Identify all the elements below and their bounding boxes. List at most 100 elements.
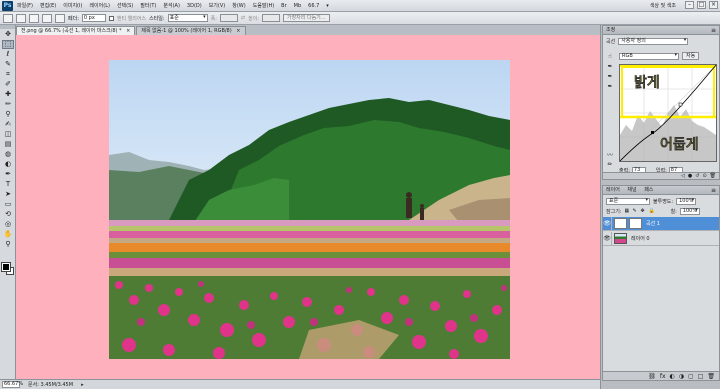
minimize-button[interactable]: – — [685, 1, 694, 9]
eraser-icon[interactable]: ◫ — [2, 130, 14, 139]
minibridge-button[interactable]: Mb — [294, 3, 302, 9]
add-selection-icon[interactable] — [29, 13, 39, 23]
width-input[interactable] — [219, 14, 238, 22]
adjustments-tab[interactable]: 조정 — [606, 27, 615, 33]
adjustments-panel-header[interactable]: 조정 ≡ — [603, 26, 719, 35]
new-layer-icon[interactable]: □ — [698, 373, 704, 380]
paths-tab[interactable]: 패스 — [644, 187, 653, 193]
height-input[interactable] — [261, 14, 280, 22]
intersect-selection-icon[interactable] — [55, 13, 65, 23]
curve-edit-points-icon[interactable]: 〰 — [606, 150, 614, 159]
curves-graph[interactable]: 밝게 어둡게 — [619, 64, 717, 162]
new-group-icon[interactable]: ▢ — [688, 373, 694, 380]
visibility-toggle-icon[interactable]: ⊙ — [702, 173, 706, 179]
visibility-eye-icon[interactable]: 👁 — [603, 216, 612, 231]
curves-preset-select[interactable]: 사용자 정의 — [618, 37, 689, 45]
menu-image[interactable]: 이미지(I) — [63, 2, 82, 9]
shape-icon[interactable]: ▭ — [2, 200, 14, 209]
workspace-switcher[interactable]: 색상 및 색조 — [650, 2, 676, 9]
white-point-eyedropper-icon[interactable]: ✒ — [606, 82, 614, 90]
lock-position-icon[interactable]: ✥ — [641, 208, 646, 214]
3d-rotate-icon[interactable]: ⟲ — [2, 210, 14, 219]
reset-icon[interactable]: ↺ — [695, 173, 699, 179]
fill-input[interactable]: 100% — [679, 207, 700, 215]
canvas-area[interactable] — [16, 35, 600, 379]
gradient-icon[interactable]: ▤ — [2, 140, 14, 149]
tools-panel-grip[interactable] — [0, 25, 15, 29]
layer-style-icon[interactable]: fx — [660, 373, 666, 380]
blur-icon[interactable]: ◍ — [2, 150, 14, 159]
healing-icon[interactable]: ✚ — [2, 90, 14, 99]
crop-icon[interactable]: ⌗ — [2, 70, 14, 79]
eyedropper-icon[interactable]: ✐ — [2, 80, 14, 89]
channel-select[interactable]: RGB — [619, 52, 679, 60]
close-tab-icon[interactable]: × — [236, 28, 240, 34]
clip-to-layer-icon[interactable]: ● — [688, 173, 692, 179]
feather-input[interactable]: 0 px — [81, 14, 106, 22]
menu-3d[interactable]: 3D(D) — [187, 3, 202, 9]
dodge-icon[interactable]: ◐ — [2, 160, 14, 169]
layers-tab[interactable]: 레이어 — [606, 187, 620, 193]
subtract-selection-icon[interactable] — [42, 13, 52, 23]
lock-all-icon[interactable]: 🔒 — [649, 208, 655, 214]
panel-menu-icon[interactable]: ≡ — [711, 26, 716, 35]
history-brush-icon[interactable]: ✍ — [2, 120, 14, 129]
panel-menu-icon[interactable]: ≡ — [711, 186, 716, 195]
pen-icon[interactable]: ✒ — [2, 170, 14, 179]
zoom-level-menu[interactable]: 66.7 — [308, 3, 319, 9]
menu-select[interactable]: 선택(S) — [117, 2, 133, 9]
menu-analysis[interactable]: 분석(A) — [163, 2, 180, 9]
bridge-button[interactable]: Br — [281, 3, 287, 9]
pencil-draw-curve-icon[interactable]: ✏ — [606, 160, 614, 168]
add-mask-icon[interactable]: ◐ — [670, 373, 675, 380]
menu-view[interactable]: 보기(V) — [209, 2, 226, 9]
swap-icon[interactable]: ⇄ — [241, 15, 245, 21]
antialias-checkbox[interactable] — [108, 15, 114, 21]
refine-edge-button[interactable]: 가장자리 다듬기... — [282, 14, 330, 22]
blend-mode-select[interactable]: 표준 — [606, 197, 650, 205]
document-tab-active[interactable]: 전.png @ 66.7% (곡선 1, 레이어 마스크/8) * × — [16, 26, 136, 35]
new-selection-icon[interactable] — [16, 13, 26, 23]
lock-image-icon[interactable]: ✎ — [633, 208, 638, 214]
new-adjustment-icon[interactable]: ◑ — [679, 373, 684, 380]
hand-icon[interactable]: ✋ — [2, 230, 14, 239]
document-tab[interactable]: 제목 없음-1 @ 100% (레이어 1, RGB/8) × — [136, 26, 246, 35]
brush-icon[interactable]: ✏ — [2, 100, 14, 109]
menu-layer[interactable]: 레이어(L) — [89, 2, 110, 9]
quick-select-icon[interactable]: ✎ — [2, 60, 14, 69]
lasso-icon[interactable]: ℓ — [2, 50, 14, 59]
menu-filter[interactable]: 필터(T) — [140, 2, 156, 9]
3d-orbit-icon[interactable]: ◎ — [2, 220, 14, 229]
arrange-dropdown[interactable]: ▾ — [326, 3, 329, 9]
foreground-color-swatch[interactable] — [1, 262, 11, 272]
path-select-icon[interactable]: ➤ — [2, 190, 14, 199]
maximize-button[interactable]: □ — [697, 1, 706, 9]
auto-button[interactable]: 자동 — [682, 52, 700, 60]
marquee-icon[interactable]: ⬚ — [2, 40, 14, 49]
menu-window[interactable]: 창(W) — [232, 2, 245, 9]
status-menu-arrow-icon[interactable]: ▸ — [81, 382, 84, 388]
layer-row-background[interactable]: 👁 레이어 0 — [603, 231, 719, 246]
style-select[interactable]: 표준 — [167, 14, 208, 22]
return-to-list-icon[interactable]: ◁ — [681, 173, 685, 179]
close-tab-icon[interactable]: × — [126, 28, 130, 34]
close-button[interactable]: × — [709, 1, 718, 9]
black-point-eyedropper-icon[interactable]: ✒ — [606, 62, 614, 70]
on-image-adjust-icon[interactable]: ☝ — [606, 52, 614, 60]
zoom-input[interactable]: 66.67% — [2, 381, 23, 388]
delete-layer-icon[interactable]: 🗑 — [707, 373, 715, 380]
menu-edit[interactable]: 편집(E) — [40, 2, 56, 9]
layer-row-curves[interactable]: 👁 곡선 1 — [603, 216, 719, 231]
layer-mask-thumbnail[interactable] — [629, 218, 642, 229]
visibility-eye-icon[interactable]: 👁 — [603, 231, 612, 246]
channels-tab[interactable]: 채널 — [627, 187, 636, 193]
clone-stamp-icon[interactable]: ⚲ — [2, 110, 14, 119]
menu-help[interactable]: 도움말(H) — [253, 2, 274, 9]
document-image[interactable] — [109, 60, 510, 359]
tool-preset-picker[interactable] — [3, 13, 13, 23]
link-layers-icon[interactable]: ⛓ — [648, 373, 656, 380]
move-icon[interactable]: ✥ — [2, 30, 14, 39]
lock-transparency-icon[interactable]: ▦ — [625, 208, 630, 214]
menu-file[interactable]: 파일(F) — [17, 2, 33, 9]
opacity-input[interactable]: 100% — [676, 197, 697, 205]
